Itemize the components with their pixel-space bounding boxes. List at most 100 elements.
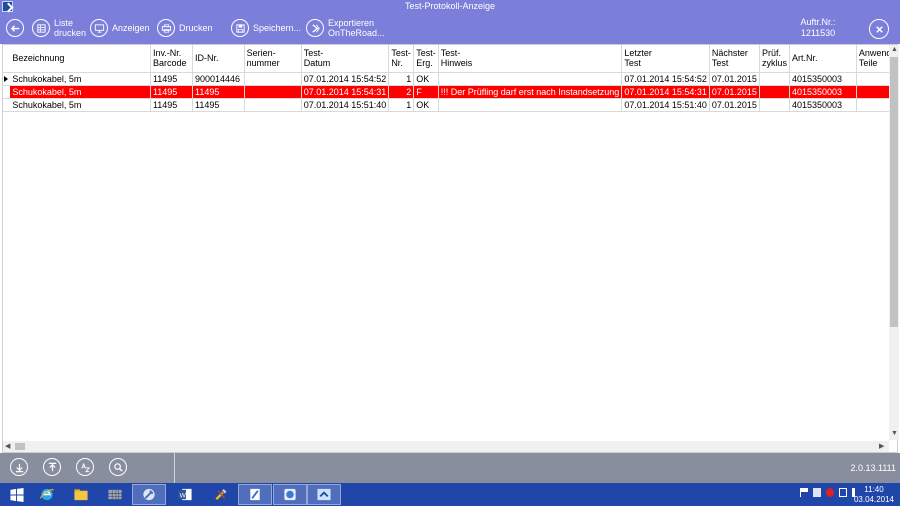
wrench-icon <box>215 488 227 501</box>
scroll-up-icon[interactable]: ▲ <box>891 46 898 53</box>
scroll-left-icon[interactable]: ◀ <box>5 442 10 450</box>
table-cell[interactable]: 07.01.2014 15:54:31 <box>301 85 390 99</box>
order-number-label: Auftr.Nr.: <box>800 17 836 27</box>
table-cell[interactable]: 07.01.2014 15:51:40 <box>621 98 710 112</box>
network-icon[interactable] <box>813 488 821 497</box>
save-button[interactable]: Speichern... <box>231 16 301 40</box>
table-cell[interactable]: OK <box>413 72 439 86</box>
version-label: 2.0.13.1111 <box>850 463 896 473</box>
table-cell[interactable]: 07.01.2014 15:54:52 <box>301 72 390 86</box>
export-button[interactable]: Exportieren OnTheRoad... <box>306 16 385 40</box>
table-cell[interactable]: 11495 <box>150 85 194 99</box>
column-header[interactable]: Test- Erg. <box>413 45 439 73</box>
table-cell[interactable]: Schukokabel, 5m <box>10 85 151 99</box>
order-number-value: 1211530 <box>800 28 836 38</box>
horizontal-scroll-thumb[interactable] <box>15 443 25 450</box>
table-cell[interactable]: 07.01.2014 15:54:31 <box>621 85 710 99</box>
table-cell[interactable]: 1 <box>388 72 415 86</box>
table-cell[interactable] <box>438 98 623 112</box>
table-row[interactable]: Schukokabel, 5m 11495 11495 07.01.2014 1… <box>3 98 898 112</box>
folder-icon <box>74 489 88 501</box>
sort-button[interactable] <box>76 458 94 476</box>
display-icon[interactable] <box>839 488 847 497</box>
table-cell[interactable]: 07.01.2014 15:54:52 <box>621 72 710 86</box>
table-cell[interactable]: !!! Der Prüfling darf erst nach Instands… <box>438 85 623 99</box>
table-cell[interactable]: 2 <box>388 85 415 99</box>
scroll-right-icon[interactable]: ▶ <box>879 442 884 450</box>
taskbar-app-4[interactable] <box>273 484 307 505</box>
monitor-icon <box>90 19 108 37</box>
table-cell[interactable]: Schukokabel, 5m <box>10 72 151 86</box>
column-header[interactable]: Nächster Test <box>709 45 760 73</box>
table-cell[interactable] <box>759 98 790 112</box>
column-header[interactable]: Test- Hinweis <box>438 45 623 73</box>
table-cell[interactable]: Schukokabel, 5m <box>10 98 151 112</box>
table-cell[interactable]: 11495 <box>150 72 194 86</box>
table-cell[interactable] <box>244 98 302 112</box>
vertical-scrollbar[interactable]: ▲ ▼ <box>889 45 899 440</box>
title-bar: Test-Protokoll-Anzeige <box>0 0 900 13</box>
table-cell[interactable] <box>244 85 302 99</box>
table-cell[interactable]: OK <box>413 98 439 112</box>
scroll-down-icon[interactable]: ▼ <box>891 430 898 437</box>
table-cell[interactable]: F <box>413 85 439 99</box>
scroll-to-bottom-button[interactable] <box>10 458 28 476</box>
column-header[interactable]: ID-Nr. <box>192 45 245 73</box>
table-cell[interactable]: 900014446 <box>192 72 245 86</box>
word-icon: W <box>178 488 192 501</box>
list-print-button[interactable]: Liste drucken <box>32 16 86 40</box>
column-header[interactable]: Bezeichnung <box>10 45 151 73</box>
table-cell[interactable] <box>438 72 623 86</box>
back-button[interactable] <box>6 16 24 40</box>
table-cell[interactable]: 07.01.2015 <box>709 98 760 112</box>
table-cell[interactable] <box>244 72 302 86</box>
table-cell[interactable]: 07.01.2015 <box>709 85 760 99</box>
table-cell[interactable]: 4015350003 <box>789 85 857 99</box>
column-header[interactable]: Inv.-Nr. Barcode <box>150 45 194 73</box>
taskbar-test-protokoll[interactable] <box>307 484 341 505</box>
table-cell[interactable]: 11495 <box>150 98 194 112</box>
table-cell[interactable] <box>759 72 790 86</box>
table-cell[interactable]: 11495 <box>192 85 245 99</box>
order-number: Auftr.Nr.: 1211530 <box>800 17 836 39</box>
taskbar-word[interactable]: W <box>168 484 202 505</box>
search-button[interactable] <box>109 458 127 476</box>
print-button[interactable]: Drucken <box>157 16 213 40</box>
table-cell[interactable]: 4015350003 <box>789 72 857 86</box>
show-button[interactable]: Anzeigen <box>90 16 150 40</box>
table-row[interactable]: Schukokabel, 5m 11495 900014446 07.01.20… <box>3 72 898 86</box>
table-cell[interactable] <box>759 85 790 99</box>
taskbar-app-2[interactable] <box>132 484 166 505</box>
taskbar-explorer[interactable] <box>64 484 98 505</box>
horizontal-scrollbar[interactable]: ◀ ▶ <box>3 441 889 452</box>
column-header[interactable]: Prüf. zyklus <box>759 45 790 73</box>
vertical-scroll-thumb[interactable] <box>890 57 898 327</box>
table-cell[interactable]: 1 <box>388 98 415 112</box>
taskbar-clock[interactable]: 11:40 03.04.2014 <box>852 485 896 505</box>
table-cell[interactable]: 07.01.2015 <box>709 72 760 86</box>
tool-icon <box>143 488 155 501</box>
export-icon <box>306 19 324 37</box>
taskbar-app-3[interactable] <box>238 484 272 505</box>
column-header[interactable]: Letzter Test <box>621 45 710 73</box>
start-button[interactable] <box>0 484 34 505</box>
column-header[interactable]: Art.Nr. <box>789 45 857 73</box>
security-icon[interactable] <box>826 488 834 497</box>
clock-date: 03.04.2014 <box>853 495 895 504</box>
table-cell[interactable]: 07.01.2014 15:51:40 <box>301 98 390 112</box>
taskbar-app-grid[interactable] <box>98 484 132 505</box>
taskbar-tools[interactable] <box>204 484 238 505</box>
upload-icon <box>48 462 56 471</box>
taskbar-ie[interactable] <box>30 484 64 505</box>
column-header[interactable]: Test- Datum <box>301 45 390 73</box>
scroll-to-top-button[interactable] <box>43 458 61 476</box>
flag-icon[interactable] <box>800 488 808 497</box>
table-cell[interactable]: 11495 <box>192 98 245 112</box>
column-header[interactable]: Serien- nummer <box>244 45 302 73</box>
column-header[interactable]: Test- Nr. <box>388 45 415 73</box>
close-button[interactable] <box>869 19 889 39</box>
table-row-failed[interactable]: Schukokabel, 5m 11495 11495 07.01.2014 1… <box>3 85 898 99</box>
row-header <box>3 85 11 99</box>
current-row-indicator <box>3 72 11 86</box>
table-cell[interactable]: 4015350003 <box>789 98 857 112</box>
